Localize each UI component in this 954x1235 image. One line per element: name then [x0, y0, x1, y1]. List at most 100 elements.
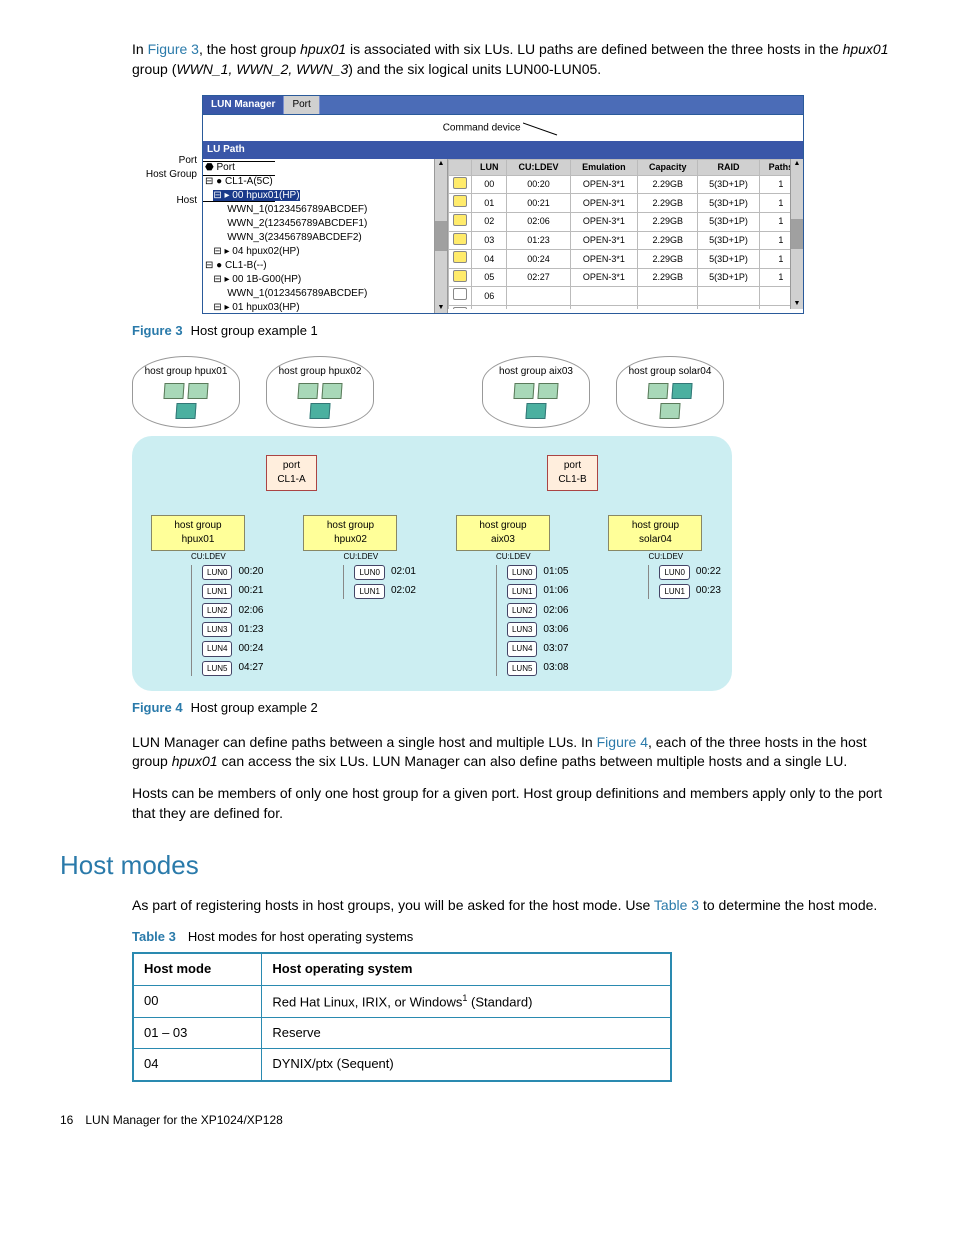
lun-entry: LUN001:05 — [507, 565, 568, 580]
table-host-modes: Host mode Host operating system 00Red Ha… — [132, 952, 672, 1081]
lun-icon — [453, 288, 467, 300]
tree-item[interactable]: ⊟ ● CL1-B(--) — [205, 259, 445, 273]
figure-4-caption: Figure 4Host group example 2 — [132, 699, 894, 717]
table-scrollbar[interactable]: ▲ ▼ — [790, 159, 803, 309]
table-row[interactable]: 0301:23OPEN-3*12.29GB5(3D+1P)1 — [449, 231, 803, 250]
section-host-modes: Host modes — [60, 847, 894, 883]
lun-chip: LUN1 — [659, 584, 689, 599]
lun-chip: LUN0 — [659, 565, 689, 580]
table-row[interactable]: 0000:20OPEN-3*12.29GB5(3D+1P)1 — [449, 175, 803, 194]
hg-hpux01: host group hpux01 — [151, 515, 245, 551]
scroll-thumb[interactable] — [435, 221, 447, 251]
lun-chip: LUN0 — [507, 565, 537, 580]
lun-chip: LUN1 — [202, 584, 232, 599]
tree-item[interactable]: WWN_1(0123456789ABCDEF) — [205, 203, 445, 217]
col-cu:ldev[interactable]: CU:LDEV — [507, 160, 570, 176]
callout-hostgroup: Host Group. — [146, 168, 203, 196]
table-row: 01 – 03Reserve — [133, 1018, 671, 1049]
col-emulation[interactable]: Emulation — [570, 160, 638, 176]
lun-entry: LUN504:27 — [202, 661, 263, 676]
port-cl1-a: port CL1-A — [266, 455, 316, 491]
col-capacity[interactable]: Capacity — [638, 160, 698, 176]
lun-chip: LUN3 — [202, 622, 232, 637]
callout-host: Host — [176, 194, 203, 208]
scroll-up-icon[interactable]: ▲ — [791, 159, 803, 169]
lun-icon — [453, 307, 467, 309]
table-row[interactable]: 0100:21OPEN-3*12.29GB5(3D+1P)1 — [449, 194, 803, 213]
cloud-aix03: host group aix03 — [482, 356, 590, 428]
cloud-hpux01: host group hpux01 — [132, 356, 240, 428]
lun-entry: LUN403:07 — [507, 641, 568, 656]
tree-item[interactable]: WWN_1(0123456789ABCDEF) — [205, 287, 445, 301]
command-device-pointer: Command device — [203, 115, 803, 141]
lun-entry: LUN400:24 — [202, 641, 263, 656]
lun-entry: LUN101:06 — [507, 584, 568, 599]
lun-chip: LUN2 — [507, 603, 537, 618]
tree-item[interactable]: ⊟ ● CL1-A(5C) — [205, 175, 445, 189]
callout-port: Port — [179, 154, 203, 168]
lun-entry: LUN202:06 — [202, 603, 263, 618]
col-lun[interactable]: LUN — [472, 160, 507, 176]
tree-scrollbar[interactable]: ▲ ▼ — [434, 159, 447, 313]
lun-entry: LUN100:21 — [202, 584, 263, 599]
hg-solar04: host group solar04 — [608, 515, 702, 551]
lun-entry: LUN102:02 — [354, 584, 415, 599]
lun-chip: LUN1 — [354, 584, 384, 599]
paragraph-3: Hosts can be members of only one host gr… — [132, 784, 894, 823]
tabbar: LUN Manager Port — [203, 96, 803, 115]
table-3-caption: Table 3Host modes for host operating sys… — [132, 928, 894, 946]
tree-item[interactable]: ⬣ Port — [205, 161, 445, 175]
figure-4: host group hpux01 host group hpux02 host… — [132, 356, 732, 690]
lun-chip: LUN4 — [507, 641, 537, 656]
lun-icon — [453, 214, 467, 226]
lun-icon — [453, 251, 467, 263]
scroll-down-icon[interactable]: ▼ — [435, 303, 447, 313]
scroll-thumb[interactable] — [791, 219, 803, 249]
tab-lun-manager[interactable]: LUN Manager — [203, 96, 284, 114]
tree-item[interactable]: ⊟ ▸ 00 1B-G00(HP) — [205, 273, 445, 287]
figure-4-ref[interactable]: Figure 4 — [597, 734, 648, 750]
table-row[interactable]: 07 — [449, 305, 803, 309]
col-raid[interactable]: RAID — [698, 160, 760, 176]
th-host-os: Host operating system — [262, 953, 671, 985]
tree-item[interactable]: ⊟ ▸ 04 hpux02(HP) — [205, 245, 445, 259]
lun-entry: LUN000:20 — [202, 565, 263, 580]
lun-icon — [453, 270, 467, 282]
page-footer: 16 LUN Manager for the XP1024/XP128 — [60, 1112, 894, 1129]
tree-item[interactable]: ⊟ ▸ 00 hpux01(HP) — [205, 189, 445, 203]
table-row[interactable]: 0502:27OPEN-3*12.29GB5(3D+1P)1 — [449, 268, 803, 287]
lun-chip: LUN3 — [507, 622, 537, 637]
scroll-down-icon[interactable]: ▼ — [791, 299, 803, 309]
lun-chip: LUN5 — [507, 661, 537, 676]
lun-entry: LUN002:01 — [354, 565, 415, 580]
port-cl1-b: port CL1-B — [547, 455, 597, 491]
table-row: 00Red Hat Linux, IRIX, or Windows1 (Stan… — [133, 985, 671, 1018]
hg-aix03: host group aix03 — [456, 515, 550, 551]
table-row[interactable]: 0400:24OPEN-3*12.29GB5(3D+1P)1 — [449, 250, 803, 269]
tree-item[interactable]: ⊟ ▸ 01 hpux03(HP) — [205, 301, 445, 313]
hg-hpux02: host group hpux02 — [303, 515, 397, 551]
tree-pane[interactable]: ⬣ Port⊟ ● CL1-A(5C) ⊟ ▸ 00 hpux01(HP) WW… — [203, 159, 448, 313]
lun-entry: LUN503:08 — [507, 661, 568, 676]
tab-port[interactable]: Port — [284, 96, 319, 114]
figure-3-ref[interactable]: Figure 3 — [148, 41, 199, 57]
lun-chip: LUN0 — [354, 565, 384, 580]
lun-chip: LUN5 — [202, 661, 232, 676]
lun-chip: LUN2 — [202, 603, 232, 618]
tree-item[interactable]: WWN_2(123456789ABCDEF1) — [205, 217, 445, 231]
paragraph-4: As part of registering hosts in host gro… — [132, 896, 894, 916]
table-row[interactable]: 06 — [449, 287, 803, 306]
paragraph-2: LUN Manager can define paths between a s… — [132, 733, 894, 772]
lun-icon — [453, 195, 467, 207]
scroll-up-icon[interactable]: ▲ — [435, 159, 447, 169]
tree-item[interactable]: WWN_3(23456789ABCDEF2) — [205, 231, 445, 245]
table-row: 04DYNIX/ptx (Sequent) — [133, 1049, 671, 1081]
lun-chip: LUN1 — [507, 584, 537, 599]
lun-entry: LUN000:22 — [659, 565, 720, 580]
lun-table-pane: LUNCU:LDEVEmulationCapacityRAIDPaths 000… — [448, 159, 803, 309]
lun-icon — [453, 233, 467, 245]
table-3-ref[interactable]: Table 3 — [654, 897, 699, 913]
lun-chip: LUN0 — [202, 565, 232, 580]
table-row[interactable]: 0202:06OPEN-3*12.29GB5(3D+1P)1 — [449, 212, 803, 231]
cloud-solar04: host group solar04 — [616, 356, 724, 428]
